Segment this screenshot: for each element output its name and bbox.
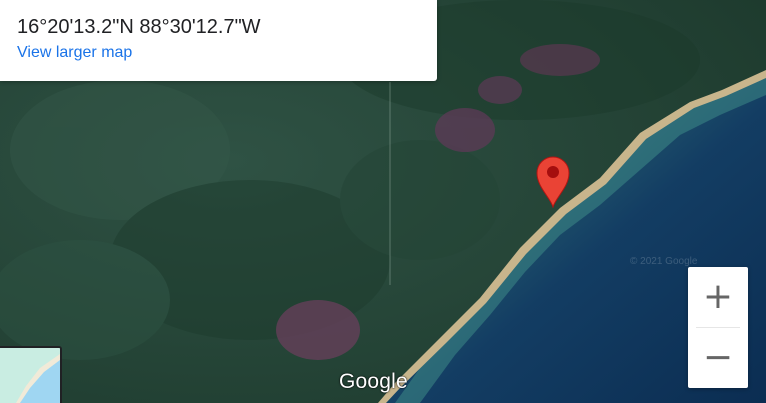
map-watermark: © 2021 Google (630, 256, 698, 267)
coordinates-label: 16°20'13.2"N 88°30'12.7"W (17, 16, 261, 38)
map-pin-icon[interactable] (533, 153, 573, 209)
zoom-controls: + − (688, 267, 748, 388)
view-larger-map-link[interactable]: View larger map (17, 42, 132, 64)
zoom-in-button[interactable]: + (688, 267, 748, 327)
map-layer-thumbnail (0, 348, 60, 403)
map-layer-toggle[interactable] (0, 346, 62, 403)
google-logo: Google (339, 370, 408, 393)
place-info-card: 16°20'13.2"N 88°30'12.7"W View larger ma… (0, 0, 437, 81)
zoom-out-button[interactable]: − (688, 328, 748, 388)
